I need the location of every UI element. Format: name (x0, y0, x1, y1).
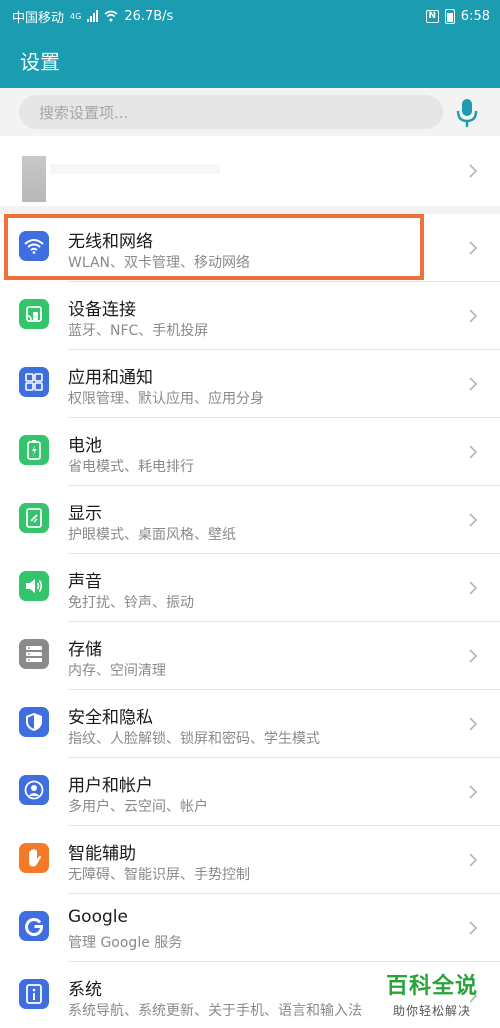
google-icon (19, 911, 49, 941)
watermark-subtitle: 助你轻松解决 (392, 1004, 471, 1018)
system-info-icon (19, 979, 49, 1009)
item-subtitle: 护眼模式、桌面风格、壁纸 (68, 527, 236, 543)
chevron-right-icon (469, 785, 478, 799)
account-row[interactable] (0, 136, 500, 206)
item-title: 智能辅助 (68, 844, 136, 864)
item-subtitle: 免打扰、铃声、振动 (68, 595, 194, 611)
chevron-right-icon (469, 853, 478, 867)
nfc-icon: N (425, 9, 439, 23)
network-speed: 26.7B/s (124, 8, 174, 24)
chevron-right-icon (469, 513, 478, 527)
item-subtitle: 无障碍、智能识屏、手势控制 (68, 867, 250, 883)
hand-icon (19, 843, 49, 873)
settings-item-users-accounts[interactable]: 用户和帐户 多用户、云空间、帐户 (0, 758, 500, 826)
watermark: 百科全说 助你轻松解决 (372, 968, 492, 1024)
item-subtitle: 系统导航、系统更新、关于手机、语言和输入法 (68, 1003, 362, 1019)
shield-icon (19, 707, 49, 737)
search-input[interactable]: 搜索设置项... (19, 95, 443, 129)
item-subtitle: 省电模式、耗电排行 (68, 459, 194, 475)
item-subtitle: 蓝牙、NFC、手机投屏 (68, 323, 209, 339)
chevron-right-icon (469, 921, 478, 935)
watermark-title: 百科全说 (385, 974, 478, 999)
item-title: 安全和隐私 (68, 708, 153, 728)
account-name-placeholder (50, 164, 220, 174)
item-title: 声音 (68, 572, 102, 592)
chevron-right-icon (469, 377, 478, 391)
signal-icon (87, 10, 99, 22)
wifi-status-icon (104, 10, 118, 22)
chevron-right-icon (469, 164, 478, 178)
chevron-right-icon (469, 241, 478, 255)
item-title: 设备连接 (68, 300, 136, 320)
settings-item-smart-assistance[interactable]: 智能辅助 无障碍、智能识屏、手势控制 (0, 826, 500, 894)
battery-status-icon (444, 8, 455, 24)
avatar (22, 156, 46, 202)
item-title: 电池 (68, 436, 102, 456)
speaker-icon (19, 571, 49, 601)
item-title: Google (68, 907, 128, 927)
settings-item-battery[interactable]: 电池 省电模式、耗电排行 (0, 418, 500, 486)
item-subtitle: 管理 Google 服务 (68, 935, 183, 951)
item-subtitle: WLAN、双卡管理、移动网络 (68, 255, 251, 271)
chevron-right-icon (469, 649, 478, 663)
page-title: 设置 (20, 49, 60, 74)
settings-item-security-privacy[interactable]: 安全和隐私 指纹、人脸解锁、锁屏和密码、学生模式 (0, 690, 500, 758)
app-bar: 设置 (0, 32, 500, 88)
item-title: 显示 (68, 504, 102, 524)
wifi-icon (19, 231, 49, 261)
chevron-right-icon (469, 717, 478, 731)
network-type: 4G (70, 11, 82, 21)
item-title: 用户和帐户 (68, 776, 153, 796)
display-icon (19, 503, 49, 533)
status-right: N 6:58 (425, 8, 490, 24)
device-connect-icon (19, 299, 49, 329)
settings-item-apps-notifications[interactable]: 应用和通知 权限管理、默认应用、应用分身 (0, 350, 500, 418)
status-bar: 中国移动 4G 26.7B/s N 6:58 (0, 0, 500, 32)
status-left: 中国移动 4G 26.7B/s (12, 7, 173, 26)
microphone-icon[interactable] (456, 98, 478, 128)
search-row: 搜索设置项... (0, 88, 500, 136)
item-title: 无线和网络 (68, 232, 153, 252)
item-title: 存储 (68, 640, 102, 660)
settings-item-storage[interactable]: 存储 内存、空间清理 (0, 622, 500, 690)
settings-item-wireless-network[interactable]: 无线和网络 WLAN、双卡管理、移动网络 (0, 214, 500, 282)
item-title: 系统 (68, 980, 102, 1000)
item-subtitle: 指纹、人脸解锁、锁屏和密码、学生模式 (68, 731, 320, 747)
battery-icon (19, 435, 49, 465)
item-subtitle: 权限管理、默认应用、应用分身 (68, 391, 264, 407)
clock: 6:58 (460, 8, 490, 24)
item-subtitle: 内存、空间清理 (68, 663, 166, 679)
storage-icon (19, 639, 49, 669)
chevron-right-icon (469, 581, 478, 595)
settings-item-google[interactable]: Google 管理 Google 服务 (0, 894, 500, 962)
search-placeholder: 搜索设置项... (39, 103, 129, 122)
chevron-right-icon (469, 445, 478, 459)
apps-icon (19, 367, 49, 397)
settings-item-device-connection[interactable]: 设备连接 蓝牙、NFC、手机投屏 (0, 282, 500, 350)
carrier-name: 中国移动 (12, 10, 65, 26)
settings-list: 无线和网络 WLAN、双卡管理、移动网络 设备连接 蓝牙、NFC、手机投屏 应用… (0, 214, 500, 1028)
item-title: 应用和通知 (68, 368, 153, 388)
item-subtitle: 多用户、云空间、帐户 (68, 799, 208, 815)
chevron-right-icon (469, 309, 478, 323)
settings-item-display[interactable]: 显示 护眼模式、桌面风格、壁纸 (0, 486, 500, 554)
user-icon (19, 775, 49, 805)
settings-item-sound[interactable]: 声音 免打扰、铃声、振动 (0, 554, 500, 622)
